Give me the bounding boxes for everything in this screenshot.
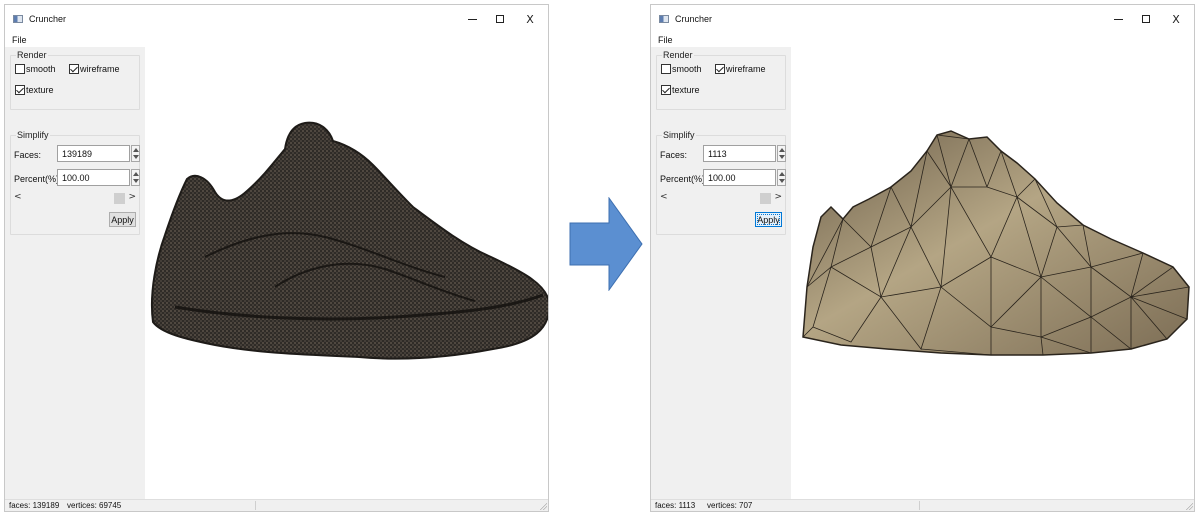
percent-value[interactable]: 100.00 xyxy=(62,173,90,183)
menu-bar: File xyxy=(5,33,548,47)
percent-value[interactable]: 100.00 xyxy=(708,173,736,183)
close-icon: X xyxy=(526,12,534,26)
wireframe-checkbox[interactable]: wireframe xyxy=(715,64,766,74)
minimize-button[interactable] xyxy=(1104,10,1132,28)
slider-thumb[interactable] xyxy=(114,193,125,204)
smooth-label: smooth xyxy=(672,64,702,74)
wireframe-label: wireframe xyxy=(726,64,766,74)
simplify-group: Simplify Faces: 1113 Percent(%): 100.00 … xyxy=(656,130,786,235)
close-button[interactable]: X xyxy=(1162,10,1190,28)
percent-spin-arrows[interactable] xyxy=(131,169,140,186)
render-group-title: Render xyxy=(16,50,48,60)
smooth-label: smooth xyxy=(26,64,56,74)
slider-left-arrow[interactable]: < xyxy=(660,192,668,202)
maximize-button[interactable] xyxy=(1132,10,1160,28)
slider-thumb[interactable] xyxy=(760,193,771,204)
percent-slider[interactable]: < > xyxy=(660,192,782,205)
texture-label: texture xyxy=(26,85,54,95)
control-panel: Render smooth wireframe texture Simplify… xyxy=(5,47,145,499)
apply-button[interactable]: Apply xyxy=(755,212,782,227)
3d-viewport[interactable] xyxy=(145,47,548,499)
slider-left-arrow[interactable]: < xyxy=(14,192,22,202)
texture-checkbox-box[interactable] xyxy=(15,85,25,95)
resize-grip-icon[interactable] xyxy=(1185,502,1193,510)
cruncher-window-before: Cruncher X File Render smooth wireframe … xyxy=(4,4,549,512)
shoe-silhouette-left xyxy=(150,121,548,360)
percent-label: Percent(%): xyxy=(14,174,62,184)
control-panel: Render smooth wireframe texture Simplify… xyxy=(651,47,791,499)
render-group-title: Render xyxy=(662,50,694,60)
status-bar: faces: 139189 vertices: 69745 xyxy=(5,499,548,511)
texture-label: texture xyxy=(672,85,700,95)
faces-spin-arrows[interactable] xyxy=(777,145,786,162)
maximize-icon xyxy=(496,15,504,23)
texture-checkbox[interactable]: texture xyxy=(661,85,700,95)
wireframe-checkbox[interactable]: wireframe xyxy=(69,64,120,74)
render-group: Render smooth wireframe texture xyxy=(656,50,786,110)
smooth-checkbox[interactable]: smooth xyxy=(15,64,56,74)
status-separator xyxy=(919,501,920,510)
minimize-icon xyxy=(467,19,477,20)
faces-spinbox[interactable]: 1113 xyxy=(703,145,776,162)
faces-value[interactable]: 1113 xyxy=(708,149,727,159)
smooth-checkbox[interactable]: smooth xyxy=(661,64,702,74)
slider-right-arrow[interactable]: > xyxy=(774,192,782,202)
status-faces: faces: 1113 xyxy=(655,501,696,510)
wireframe-label: wireframe xyxy=(80,64,120,74)
cruncher-window-after: Cruncher X File Render smooth wireframe … xyxy=(650,4,1195,512)
close-button[interactable]: X xyxy=(516,10,544,28)
status-faces: faces: 139189 xyxy=(9,501,60,510)
percent-spinbox[interactable]: 100.00 xyxy=(57,169,130,186)
maximize-icon xyxy=(1142,15,1150,23)
faces-spin-arrows[interactable] xyxy=(131,145,140,162)
slider-right-arrow[interactable]: > xyxy=(128,192,136,202)
minimize-button[interactable] xyxy=(458,10,486,28)
wireframe-checkbox-box[interactable] xyxy=(715,64,725,74)
texture-checkbox[interactable]: texture xyxy=(15,85,54,95)
menu-file[interactable]: File xyxy=(12,35,27,45)
status-separator xyxy=(255,501,256,510)
faces-label: Faces: xyxy=(14,150,42,160)
shoe-mesh-simplified xyxy=(802,130,1190,356)
status-vertices: vertices: 69745 xyxy=(67,501,122,510)
percent-spinbox[interactable]: 100.00 xyxy=(703,169,776,186)
simplify-group-title: Simplify xyxy=(662,130,696,140)
maximize-button[interactable] xyxy=(486,10,514,28)
status-vertices: vertices: 707 xyxy=(707,501,753,510)
status-bar: faces: 1113 vertices: 707 xyxy=(651,499,1194,511)
window-title: Cruncher xyxy=(675,14,713,24)
percent-label: Percent(%): xyxy=(660,174,708,184)
faces-spinbox[interactable]: 139189 xyxy=(57,145,130,162)
app-icon xyxy=(13,15,23,23)
menu-file[interactable]: File xyxy=(658,35,673,45)
wireframe-checkbox-box[interactable] xyxy=(69,64,79,74)
simplify-group: Simplify Faces: 139189 Percent(%): 100.0… xyxy=(10,130,140,235)
percent-slider[interactable]: < > xyxy=(14,192,136,205)
menu-bar: File xyxy=(651,33,1194,47)
texture-checkbox-box[interactable] xyxy=(661,85,671,95)
smooth-checkbox-box[interactable] xyxy=(661,64,671,74)
faces-label: Faces: xyxy=(660,150,688,160)
faces-value[interactable]: 139189 xyxy=(62,149,92,159)
window-title: Cruncher xyxy=(29,14,67,24)
smooth-checkbox-box[interactable] xyxy=(15,64,25,74)
render-group: Render smooth wireframe texture xyxy=(10,50,140,110)
resize-grip-icon[interactable] xyxy=(539,502,547,510)
minimize-icon xyxy=(1113,19,1123,20)
simplify-group-title: Simplify xyxy=(16,130,50,140)
3d-viewport[interactable] xyxy=(791,47,1194,499)
percent-spin-arrows[interactable] xyxy=(777,169,786,186)
title-bar[interactable]: Cruncher X xyxy=(651,5,1194,33)
title-bar[interactable]: Cruncher X xyxy=(5,5,548,33)
close-icon: X xyxy=(1172,12,1180,26)
apply-button[interactable]: Apply xyxy=(109,212,136,227)
shoe-mesh-dense xyxy=(150,121,548,360)
app-icon xyxy=(659,15,669,23)
arrow-right-icon xyxy=(569,197,643,291)
